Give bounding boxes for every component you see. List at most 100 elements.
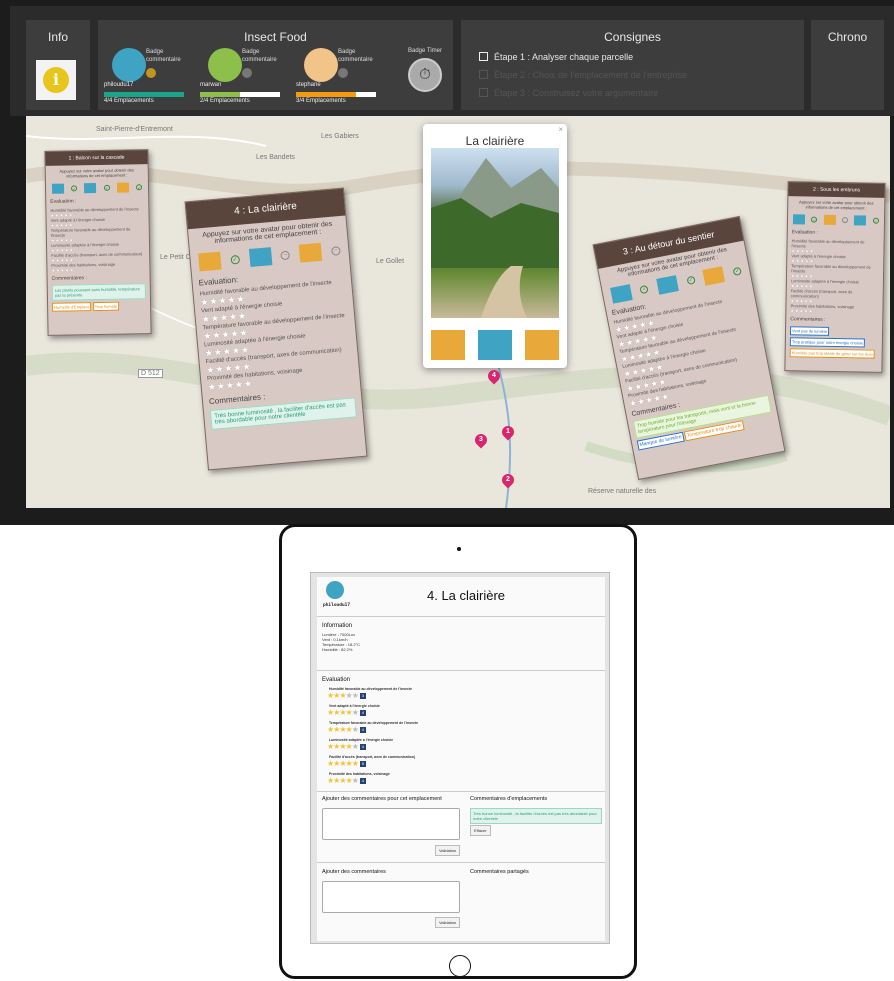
info-title: Info <box>47 30 68 44</box>
star-rating[interactable]: ★★★★★ 3 <box>327 691 366 700</box>
map-pin[interactable]: 3 <box>472 431 490 449</box>
player-card[interactable]: Badge commentaire philoudu17 4/4 Emplace… <box>104 48 194 118</box>
avatar-button[interactable] <box>478 330 512 360</box>
map[interactable]: Saint-Pierre-d'Entremont Les Gabiers Les… <box>26 116 890 508</box>
badge-label: Badge commentaire <box>146 49 181 63</box>
star-rating[interactable]: ★★★★★ 5 <box>327 759 366 768</box>
criteria-list: Humidité favorable au développement de l… <box>193 278 359 393</box>
avatar-button[interactable] <box>609 284 633 304</box>
comment-tag[interactable]: Vent pas de lumière <box>789 326 830 336</box>
comment-tag[interactable]: Trop pratique pour notre énergie choisie <box>789 337 865 348</box>
map-pin[interactable]: 4 <box>485 367 503 385</box>
chrono-title: Chrono <box>827 30 868 44</box>
map-label: Les Gabiers <box>321 133 359 140</box>
add-comment-title: Ajouter des commentaires <box>322 869 386 875</box>
camera-icon <box>457 547 461 551</box>
locations-count: 2/4 Emplacements <box>200 98 250 104</box>
avatar-button[interactable] <box>823 214 836 226</box>
criteria-list: Humidité favorable au développement de l… <box>786 238 883 315</box>
info-panel: Info i <box>26 20 90 110</box>
location-card-2[interactable]: 2 : Sous les embruns Appuyez sur votre a… <box>784 181 886 373</box>
step-3: Étape 3 : Construisez votre argumentaire <box>479 88 658 98</box>
avatar-button[interactable] <box>854 215 867 226</box>
avatar-button[interactable] <box>198 251 222 272</box>
avatar-button[interactable] <box>51 183 64 194</box>
divider <box>317 670 605 671</box>
avatar-button[interactable] <box>84 183 97 194</box>
map-pin[interactable]: 2 <box>499 471 517 489</box>
player-card[interactable]: Badge commentaire stephane 3/4 Emplaceme… <box>296 48 386 118</box>
information-title: Information <box>322 623 353 629</box>
score-badge: 4 <box>359 727 366 733</box>
star-rating[interactable]: ★★★★★ 4 <box>327 725 366 734</box>
validate-button[interactable]: Validation <box>435 845 461 856</box>
avatar-button[interactable] <box>702 266 726 286</box>
pin-number: 3 <box>479 436 483 443</box>
home-button[interactable] <box>449 955 471 977</box>
avatar <box>304 48 338 82</box>
progress-fill <box>296 92 356 97</box>
avatar-button[interactable] <box>248 247 272 268</box>
player-name: marwan <box>200 82 222 88</box>
page-title: 4. La clairière <box>427 588 506 603</box>
close-icon[interactable]: × <box>558 125 563 134</box>
step-label: Étape 1 : Analyser chaque parcelle <box>494 52 634 62</box>
comment-tag[interactable]: Trop humide <box>92 301 120 312</box>
avatar-button[interactable] <box>793 214 806 225</box>
score-badge: 4 <box>359 778 366 784</box>
check-icon: ✓ <box>811 216 818 223</box>
info-button[interactable]: i <box>36 60 76 100</box>
map-pin[interactable]: 1 <box>499 423 517 441</box>
badge-label: Badge commentaire <box>242 49 277 63</box>
consignes-title: Consignes <box>604 30 661 44</box>
player-card[interactable]: Badge commentaire marwan 2/4 Emplacement… <box>200 48 290 118</box>
place-comment: Très bonne luminosité , la faciliter d'a… <box>470 808 602 824</box>
pin-number: 2 <box>506 476 510 483</box>
tablet-frame: philoudu17 4. La clairière Information L… <box>279 524 637 979</box>
check-icon: ✓ <box>136 184 143 191</box>
avatar-button[interactable] <box>298 242 323 263</box>
location-card-4[interactable]: 4 : La clairière Appuyez sur votre avata… <box>184 187 368 471</box>
progress-bar <box>296 92 376 97</box>
erase-button[interactable]: Effacer <box>470 825 491 836</box>
photo-drawing <box>431 158 559 318</box>
badge-timer: Badge Timer ⏱ <box>403 48 447 92</box>
validate-button[interactable]: Validation <box>435 917 461 928</box>
avatar-button[interactable] <box>431 330 465 360</box>
check-icon: ✓ <box>70 185 78 192</box>
location-popup[interactable]: × La clairière <box>423 124 567 368</box>
player-name: philoudu17 <box>104 82 134 88</box>
comment-tag[interactable]: Humidité d'Emplace <box>52 302 92 312</box>
score-badge: 4 <box>359 710 366 716</box>
avatar-button[interactable] <box>656 275 680 295</box>
comment-tag[interactable]: Humidité pas trop idéale de gérer sur le… <box>789 348 876 359</box>
add-place-comment-title: Ajouter des commentaires pour cet emplac… <box>322 796 442 802</box>
score-badge: 5 <box>359 761 366 767</box>
step-1[interactable]: Étape 1 : Analyser chaque parcelle <box>479 52 633 62</box>
avatar-button[interactable] <box>116 182 130 193</box>
map-label: Réserve naturelle des <box>588 488 657 495</box>
star-rating[interactable]: ★★★★★ 4 <box>327 708 366 717</box>
divider <box>317 862 605 863</box>
medal-icon <box>242 68 252 78</box>
road-label: D 512 <box>138 369 163 378</box>
timer-label: Badge Timer <box>407 48 443 54</box>
place-comment-input[interactable] <box>322 808 460 840</box>
chrono-panel: Chrono <box>811 20 884 110</box>
star-rating[interactable]: ★★★★★ 4 <box>327 742 366 751</box>
check-icon: ✓ <box>639 284 650 295</box>
avatar-button[interactable] <box>525 330 559 360</box>
tablet-screen: philoudu17 4. La clairière Information L… <box>310 572 610 944</box>
step-2: Étape 2 : Choix de l'emplacement de l'en… <box>479 70 687 80</box>
map-label: Les Bandets <box>256 154 295 161</box>
location-card-1[interactable]: 1 : Balcon sur la cascade Appuyez sur vo… <box>44 149 152 336</box>
info-line: Humidité : 82.2% <box>322 647 353 652</box>
avatar <box>208 48 242 82</box>
criteria-list: Humidité favorable au développement de l… <box>46 206 149 273</box>
checkbox-icon[interactable] <box>479 52 488 61</box>
star-rating[interactable]: ★★★★★ 4 <box>327 776 366 785</box>
player-name: stephane <box>296 82 321 88</box>
progress-bar <box>200 92 280 97</box>
comment-input[interactable] <box>322 881 460 913</box>
comment-box: Les plants poussent sans humidité, tempé… <box>51 283 146 301</box>
